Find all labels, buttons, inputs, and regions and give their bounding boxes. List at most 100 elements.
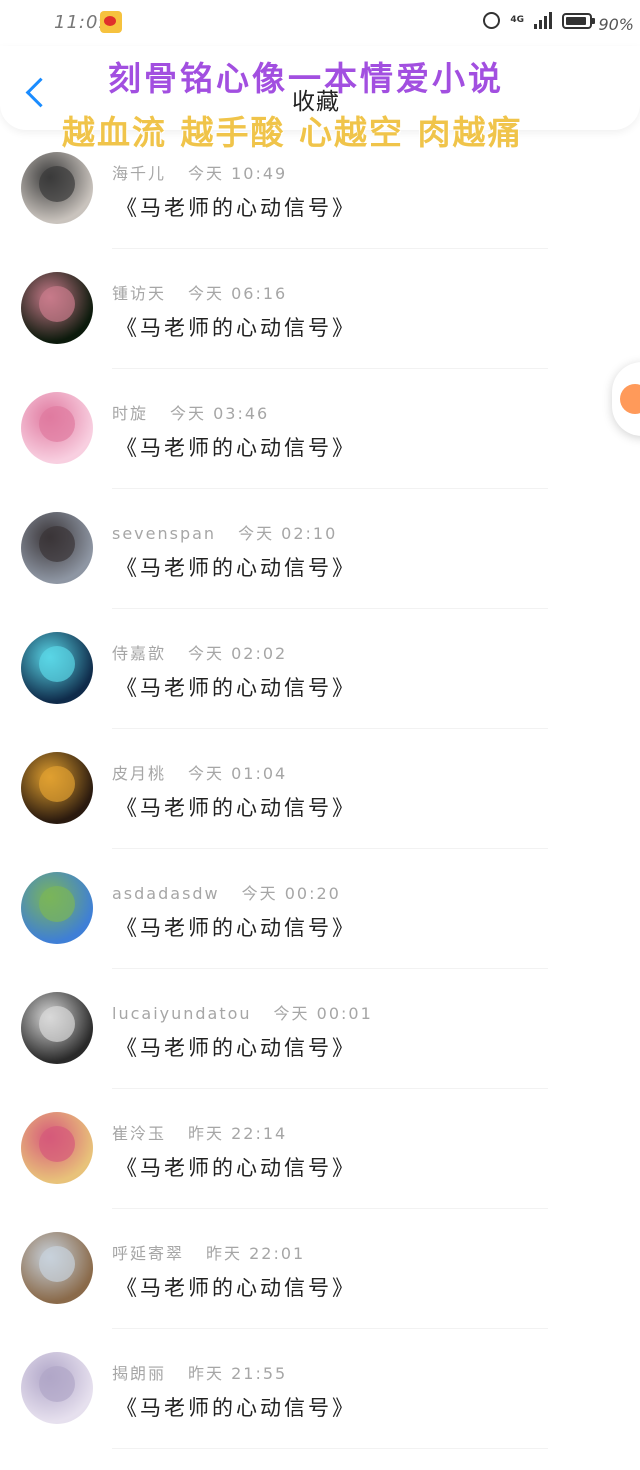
list-item[interactable]: 锺访天 今天 06:16 《马老师的心动信号》	[0, 270, 640, 390]
battery-percent: 90%	[598, 14, 634, 34]
item-meta: 时旋 今天 03:46	[112, 400, 269, 424]
alarm-icon	[483, 12, 501, 29]
user-name[interactable]: 皮月桃	[112, 764, 166, 783]
user-name[interactable]: 崔泠玉	[112, 1124, 166, 1143]
avatar[interactable]	[21, 512, 93, 584]
divider	[112, 608, 548, 609]
item-text[interactable]: 《马老师的心动信号》	[116, 1392, 356, 1422]
item-text[interactable]: 《马老师的心动信号》	[116, 1032, 356, 1062]
avatar[interactable]	[21, 992, 93, 1064]
item-text[interactable]: 《马老师的心动信号》	[116, 312, 356, 342]
avatar-image	[39, 166, 75, 202]
avatar[interactable]	[21, 272, 93, 344]
item-meta: 海千儿 今天 10:49	[112, 160, 287, 184]
item-time: 今天 00:01	[273, 1004, 373, 1023]
avatar-image	[39, 766, 75, 802]
list-item[interactable]: 揭朗丽 昨天 21:55 《马老师的心动信号》	[0, 1350, 640, 1470]
overlay-text-line-1: 刻骨铭心像一本情爱小说	[108, 59, 504, 98]
avatar[interactable]	[21, 1232, 93, 1304]
item-time: 今天 00:20	[241, 884, 341, 903]
list-item[interactable]: 侍嘉歆 今天 02:02 《马老师的心动信号》	[0, 630, 640, 750]
user-name[interactable]: 锺访天	[112, 284, 166, 303]
item-meta: 侍嘉歆 今天 02:02	[112, 640, 287, 664]
divider	[112, 1328, 548, 1329]
item-time: 昨天 21:55	[188, 1364, 288, 1383]
item-meta: asdadasdw 今天 00:20	[112, 880, 341, 904]
avatar-image	[39, 1246, 75, 1282]
avatar-image	[39, 406, 75, 442]
user-name[interactable]: lucaiyundatou	[112, 1004, 252, 1023]
list-item[interactable]: lucaiyundatou 今天 00:01 《马老师的心动信号》	[0, 990, 640, 1110]
divider	[112, 1448, 548, 1449]
user-name[interactable]: 时旋	[112, 404, 148, 423]
user-name[interactable]: sevenspan	[112, 524, 216, 543]
divider	[112, 368, 548, 369]
battery-level	[566, 16, 586, 25]
user-name[interactable]: 海千儿	[112, 164, 166, 183]
list-item[interactable]: asdadasdw 今天 00:20 《马老师的心动信号》	[0, 870, 640, 990]
item-text[interactable]: 《马老师的心动信号》	[116, 912, 356, 942]
battery-icon: 90%	[562, 12, 634, 34]
avatar[interactable]	[21, 872, 93, 944]
weibo-notification-icon	[100, 11, 122, 33]
user-name[interactable]: asdadasdw	[112, 884, 220, 903]
item-text[interactable]: 《马老师的心动信号》	[116, 192, 356, 222]
avatar[interactable]	[21, 1112, 93, 1184]
item-text[interactable]: 《马老师的心动信号》	[116, 552, 356, 582]
divider	[112, 728, 548, 729]
avatar[interactable]	[21, 632, 93, 704]
item-text[interactable]: 《马老师的心动信号》	[116, 1272, 356, 1302]
avatar[interactable]	[21, 152, 93, 224]
status-bar: 11:09 4G 90%	[0, 0, 640, 46]
divider	[112, 968, 548, 969]
item-time: 今天 02:02	[188, 644, 288, 663]
divider	[112, 248, 548, 249]
divider	[112, 1208, 548, 1209]
avatar-image	[39, 886, 75, 922]
item-meta: lucaiyundatou 今天 00:01	[112, 1000, 373, 1024]
user-name[interactable]: 侍嘉歆	[112, 644, 166, 663]
floating-button-icon	[620, 384, 640, 414]
user-name[interactable]: 呼延寄翠	[112, 1244, 184, 1263]
item-meta: 崔泠玉 昨天 22:14	[112, 1120, 287, 1144]
divider	[112, 488, 548, 489]
avatar-image	[39, 1126, 75, 1162]
avatar-image	[39, 526, 75, 562]
back-button[interactable]	[20, 74, 56, 114]
item-meta: 揭朗丽 昨天 21:55	[112, 1360, 287, 1384]
item-text[interactable]: 《马老师的心动信号》	[116, 792, 356, 822]
list-item[interactable]: 海千儿 今天 10:49 《马老师的心动信号》	[0, 150, 640, 270]
item-text[interactable]: 《马老师的心动信号》	[116, 432, 356, 462]
avatar-image	[39, 1366, 75, 1402]
list-item[interactable]: 皮月桃 今天 01:04 《马老师的心动信号》	[0, 750, 640, 870]
network-type: 4G	[510, 15, 524, 25]
item-time: 今天 02:10	[238, 524, 338, 543]
divider	[112, 1088, 548, 1089]
list-item[interactable]: 呼延寄翠 昨天 22:01 《马老师的心动信号》	[0, 1230, 640, 1350]
signal-icon	[534, 12, 552, 29]
avatar[interactable]	[21, 392, 93, 464]
avatar-image	[39, 1006, 75, 1042]
avatar[interactable]	[21, 752, 93, 824]
user-name[interactable]: 揭朗丽	[112, 1364, 166, 1383]
item-meta: 锺访天 今天 06:16	[112, 280, 287, 304]
item-meta: 皮月桃 今天 01:04	[112, 760, 287, 784]
list-item[interactable]: 时旋 今天 03:46 《马老师的心动信号》	[0, 390, 640, 510]
divider	[112, 848, 548, 849]
item-text[interactable]: 《马老师的心动信号》	[116, 672, 356, 702]
avatar[interactable]	[21, 1352, 93, 1424]
item-meta: 呼延寄翠 昨天 22:01	[112, 1240, 305, 1264]
favorites-list: 海千儿 今天 10:49 《马老师的心动信号》 锺访天 今天 06:16 《马老师的心动信…	[0, 150, 640, 1470]
item-time: 今天 03:46	[170, 404, 270, 423]
list-item[interactable]: 崔泠玉 昨天 22:14 《马老师的心动信号》	[0, 1110, 640, 1230]
item-time: 昨天 22:01	[206, 1244, 306, 1263]
chevron-left-icon	[25, 77, 56, 108]
overlay-text-line-2: 越血流 越手酸 心越空 肉越痛	[62, 113, 523, 152]
item-text[interactable]: 《马老师的心动信号》	[116, 1152, 356, 1182]
list-item[interactable]: sevenspan 今天 02:10 《马老师的心动信号》	[0, 510, 640, 630]
item-time: 今天 06:16	[188, 284, 288, 303]
item-time: 今天 10:49	[188, 164, 288, 183]
item-time: 昨天 22:14	[188, 1124, 288, 1143]
avatar-image	[39, 286, 75, 322]
status-icons: 4G 90%	[483, 12, 634, 34]
